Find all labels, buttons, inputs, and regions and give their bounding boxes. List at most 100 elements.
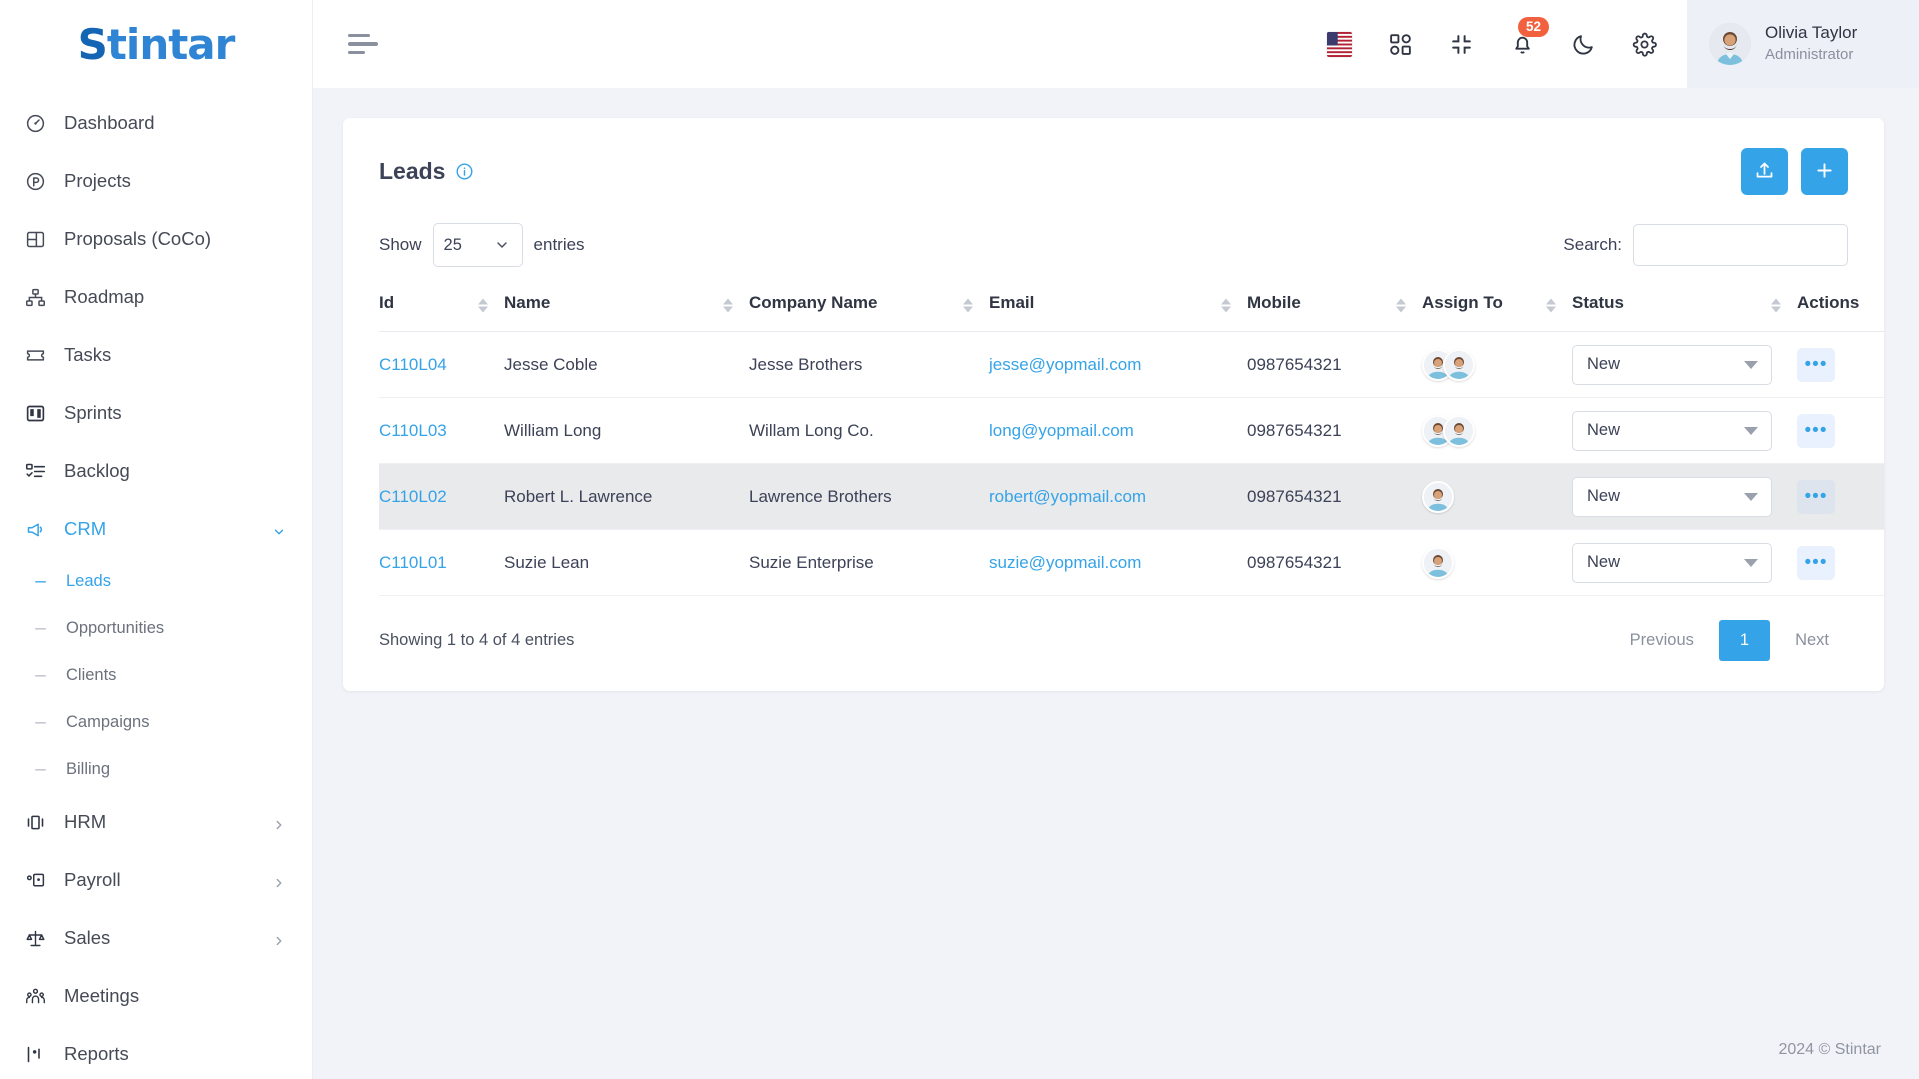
sidebar-item-sprints[interactable]: Sprints — [0, 384, 312, 442]
sidebar-item-roadmap[interactable]: Roadmap — [0, 268, 312, 326]
sidebar: Stintar Dashboard Projects Proposals (Co… — [0, 0, 313, 1079]
col-header-email[interactable]: Email — [989, 279, 1247, 332]
sort-icon[interactable] — [723, 298, 733, 313]
sidebar-item-dashboard[interactable]: Dashboard — [0, 94, 312, 152]
sidebar-item-crm[interactable]: CRM — [0, 500, 312, 558]
avatar — [1443, 348, 1475, 381]
table-head: Id Name Company Name Email Mobile Assign… — [379, 279, 1884, 332]
status-select[interactable]: New — [1572, 344, 1772, 385]
pagination-previous[interactable]: Previous — [1611, 621, 1713, 660]
sidebar-item-meetings[interactable]: Meetings — [0, 967, 312, 1025]
cell-name: Jesse Coble — [504, 354, 598, 374]
col-header-label: Id — [379, 293, 395, 312]
cell-lead-id[interactable]: C110L02 — [379, 487, 504, 507]
brand-logo[interactable]: Stintar — [0, 0, 312, 88]
footer-text: 2024 © Stintar — [1778, 1041, 1881, 1058]
cell-email[interactable]: long@yopmail.com — [989, 421, 1247, 441]
cell-assignees[interactable] — [1422, 546, 1572, 579]
entries-info: Showing 1 to 4 of 4 entries — [379, 631, 575, 649]
moon-icon[interactable] — [1571, 32, 1596, 57]
sidebar-item-label: CRM — [64, 518, 107, 539]
search-input[interactable] — [1633, 224, 1848, 266]
sidebar-subitem-label: Campaigns — [66, 713, 150, 731]
cell-lead-id[interactable]: C110L01 — [379, 553, 504, 573]
status-select[interactable]: New — [1572, 542, 1772, 583]
cell-lead-id[interactable]: C110L04 — [379, 355, 504, 375]
cell-assignees[interactable] — [1422, 414, 1572, 447]
main-area: 52 Olivia Taylor Administrator Leads Sho… — [313, 0, 1919, 1079]
layout-icon — [24, 228, 46, 250]
col-header-status[interactable]: Status — [1572, 279, 1797, 332]
user-profile[interactable]: Olivia Taylor Administrator — [1687, 0, 1919, 88]
sidebar-subitem-billing[interactable]: – Billing — [0, 746, 312, 793]
sidebar-item-hrm[interactable]: HRM — [0, 793, 312, 851]
sidebar-subitem-opportunities[interactable]: – Opportunities — [0, 605, 312, 652]
cell-email[interactable]: suzie@yopmail.com — [989, 553, 1247, 573]
notification-badge: 52 — [1518, 16, 1550, 38]
caret-down-icon — [1744, 492, 1758, 501]
page-footer: 2024 © Stintar — [313, 1021, 1919, 1079]
col-header-id[interactable]: Id — [379, 279, 504, 332]
sidebar-item-projects[interactable]: Projects — [0, 152, 312, 210]
cell-name: Robert L. Lawrence — [504, 486, 653, 506]
page-title: Leads — [379, 158, 474, 185]
table-row[interactable]: C110L03 William Long Willam Long Co. lon… — [379, 397, 1884, 464]
content-area: Leads Show 25 entries Search: Id Name Co… — [313, 88, 1919, 1021]
pagination-next[interactable]: Next — [1776, 621, 1848, 660]
table-controls: Show 25 entries Search: — [343, 217, 1884, 279]
cell-email[interactable]: jesse@yopmail.com — [989, 355, 1247, 375]
sort-icon[interactable] — [963, 298, 973, 313]
cell-lead-id[interactable]: C110L03 — [379, 421, 504, 441]
sort-icon[interactable] — [1396, 298, 1406, 313]
gear-icon[interactable] — [1632, 32, 1657, 57]
table-row[interactable]: C110L01 Suzie Lean Suzie Enterprise suzi… — [379, 529, 1884, 596]
row-actions-button[interactable]: ••• — [1797, 545, 1835, 580]
info-circle-icon[interactable] — [455, 162, 474, 181]
sort-icon[interactable] — [1221, 298, 1231, 313]
row-actions-button[interactable]: ••• — [1797, 413, 1835, 448]
col-header-assign-to[interactable]: Assign To — [1422, 279, 1572, 332]
row-actions-button[interactable]: ••• — [1797, 347, 1835, 382]
table-body: C110L04 Jesse Coble Jesse Brothers jesse… — [379, 331, 1884, 596]
checklist-icon — [24, 460, 46, 482]
row-actions-button[interactable]: ••• — [1797, 479, 1835, 514]
sidebar-subitem-label: Opportunities — [66, 619, 165, 637]
status-select[interactable]: New — [1572, 410, 1772, 451]
status-select[interactable]: New — [1572, 476, 1772, 517]
col-header-mobile[interactable]: Mobile — [1247, 279, 1422, 332]
sidebar-subitem-leads[interactable]: – Leads — [0, 558, 312, 605]
cell-assignees[interactable] — [1422, 480, 1572, 513]
sidebar-item-label: Projects — [64, 170, 131, 191]
col-header-company[interactable]: Company Name — [749, 279, 989, 332]
table-row[interactable]: C110L02 Robert L. Lawrence Lawrence Brot… — [379, 463, 1884, 530]
sort-icon[interactable] — [1546, 298, 1556, 313]
col-header-name[interactable]: Name — [504, 279, 749, 332]
sort-icon[interactable] — [478, 298, 488, 313]
sort-icon[interactable] — [1771, 298, 1781, 313]
hamburger-icon[interactable] — [348, 32, 382, 56]
grid-apps-icon[interactable] — [1388, 32, 1413, 57]
bell-icon[interactable]: 52 — [1510, 16, 1550, 57]
avatar — [1443, 414, 1475, 447]
sidebar-item-reports[interactable]: Reports — [0, 1025, 312, 1079]
sidebar-item-proposals[interactable]: Proposals (CoCo) — [0, 210, 312, 268]
add-lead-button[interactable] — [1801, 148, 1848, 195]
sidebar-subitem-campaigns[interactable]: – Campaigns — [0, 699, 312, 746]
sidebar-subitem-clients[interactable]: – Clients — [0, 652, 312, 699]
brand-logo-text: Stintar — [78, 20, 236, 69]
sidebar-item-backlog[interactable]: Backlog — [0, 442, 312, 500]
sidebar-item-tasks[interactable]: Tasks — [0, 326, 312, 384]
cell-assignees[interactable] — [1422, 348, 1572, 381]
compress-icon[interactable] — [1449, 32, 1474, 57]
table-row[interactable]: C110L04 Jesse Coble Jesse Brothers jesse… — [379, 331, 1884, 398]
sidebar-item-label: Sprints — [64, 402, 122, 423]
cell-email[interactable]: robert@yopmail.com — [989, 487, 1247, 507]
pagination-page-1[interactable]: 1 — [1718, 620, 1771, 661]
id-card-icon — [24, 869, 46, 891]
chevron-right-icon — [272, 815, 286, 830]
sidebar-item-sales[interactable]: Sales — [0, 909, 312, 967]
import-button[interactable] — [1741, 148, 1788, 195]
page-size-select[interactable]: 25 — [432, 223, 523, 267]
us-flag-icon[interactable] — [1327, 31, 1352, 57]
sidebar-item-payroll[interactable]: Payroll — [0, 851, 312, 909]
